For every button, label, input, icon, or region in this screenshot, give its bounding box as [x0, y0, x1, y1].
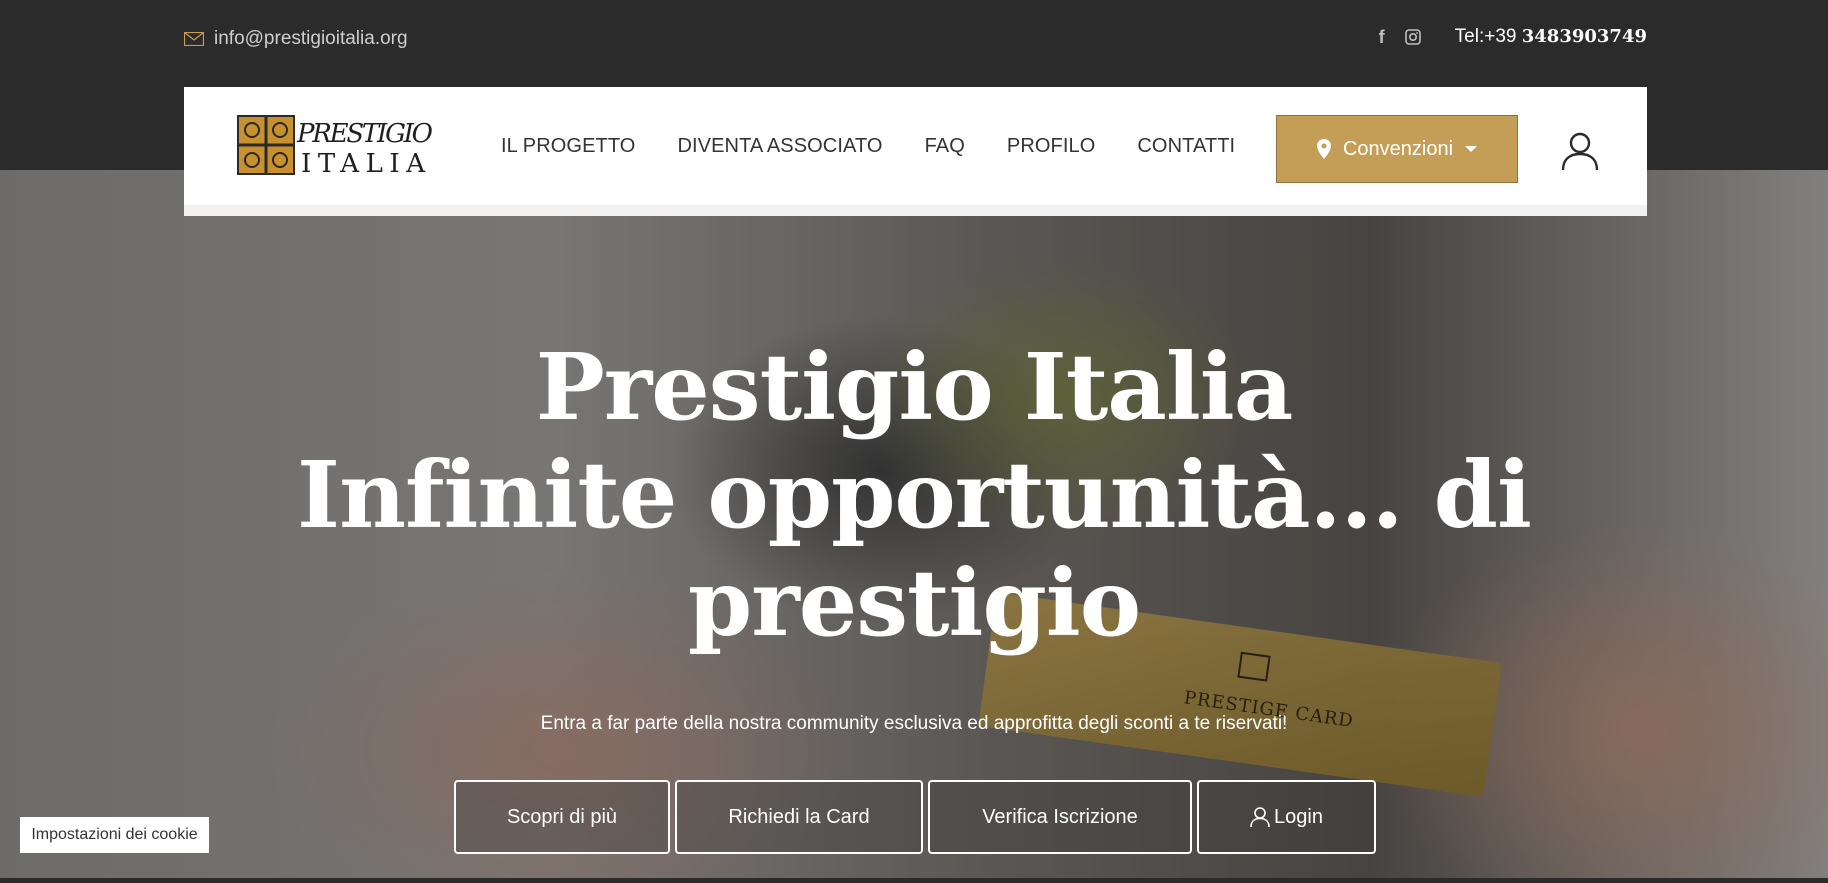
cookie-settings-button[interactable]: Impostazioni dei cookie: [20, 817, 209, 853]
caret-down-icon: [1465, 146, 1478, 152]
email-link[interactable]: info@prestigioitalia.org: [184, 28, 408, 50]
phone-link[interactable]: Tel:+39 3483903749: [1455, 26, 1647, 48]
main-navbar: PRESTIGIO ITALIA IL PROGETTO DIVENTA ASS…: [184, 87, 1647, 216]
phone-number: 3483903749: [1521, 26, 1647, 47]
hero-section: PRESTIGE CARD Prestigio Italia Infinite …: [0, 170, 1828, 878]
login-label: Login: [1274, 805, 1323, 828]
login-button[interactable]: Login: [1197, 780, 1376, 854]
request-card-label: Richiedi la Card: [728, 805, 870, 828]
nav-item-profilo[interactable]: PROFILO: [1007, 135, 1096, 158]
convenzioni-label: Convenzioni: [1342, 137, 1454, 160]
verify-registration-label: Verifica Iscrizione: [982, 805, 1138, 828]
prestigio-italia-logo[interactable]: PRESTIGIO ITALIA: [237, 114, 437, 176]
phone-prefix: Tel:+39: [1454, 26, 1522, 47]
email-text: info@prestigioitalia.org: [214, 28, 408, 49]
facebook-icon[interactable]: f: [1371, 26, 1393, 48]
hero-subtitle: Entra a far parte della nostra community…: [540, 713, 1288, 734]
request-card-button[interactable]: Richiedi la Card: [675, 780, 923, 854]
hero-buttons: Scopri di più Richiedi la Card Verifica …: [454, 780, 1381, 854]
svg-text:ITALIA: ITALIA: [301, 149, 433, 176]
convenzioni-dropdown-button[interactable]: Convenzioni: [1276, 115, 1518, 183]
cookie-settings-label: Impostazioni dei cookie: [31, 826, 198, 843]
map-pin-icon: [1316, 139, 1331, 159]
nav-item-il-progetto[interactable]: IL PROGETTO: [501, 135, 635, 158]
nav-item-diventa-associato[interactable]: DIVENTA ASSOCIATO: [677, 135, 882, 158]
user-icon: [1250, 807, 1270, 828]
contact-right: f Tel:+39 3483903749: [1371, 26, 1647, 48]
hero-title-line1: Prestigio Italia: [535, 333, 1294, 441]
hero-title-line2: Infinite opportunità... di: [297, 441, 1532, 549]
instagram-icon[interactable]: [1404, 29, 1421, 45]
account-icon[interactable]: [1560, 131, 1600, 171]
hero-title: Prestigio Italia Infinite opportunità...…: [0, 333, 1828, 657]
nav-menu: IL PROGETTO DIVENTA ASSOCIATO FAQ PROFIL…: [501, 135, 1277, 158]
verify-registration-button[interactable]: Verifica Iscrizione: [928, 780, 1192, 854]
envelope-icon: [184, 32, 204, 46]
svg-text:PRESTIGIO: PRESTIGIO: [296, 119, 433, 149]
nav-item-contatti[interactable]: CONTATTI: [1137, 135, 1235, 158]
hero-title-line3: prestigio: [687, 549, 1141, 657]
discover-more-label: Scopri di più: [506, 805, 618, 828]
discover-more-button[interactable]: Scopri di più: [454, 780, 670, 854]
nav-item-faq[interactable]: FAQ: [925, 135, 965, 158]
